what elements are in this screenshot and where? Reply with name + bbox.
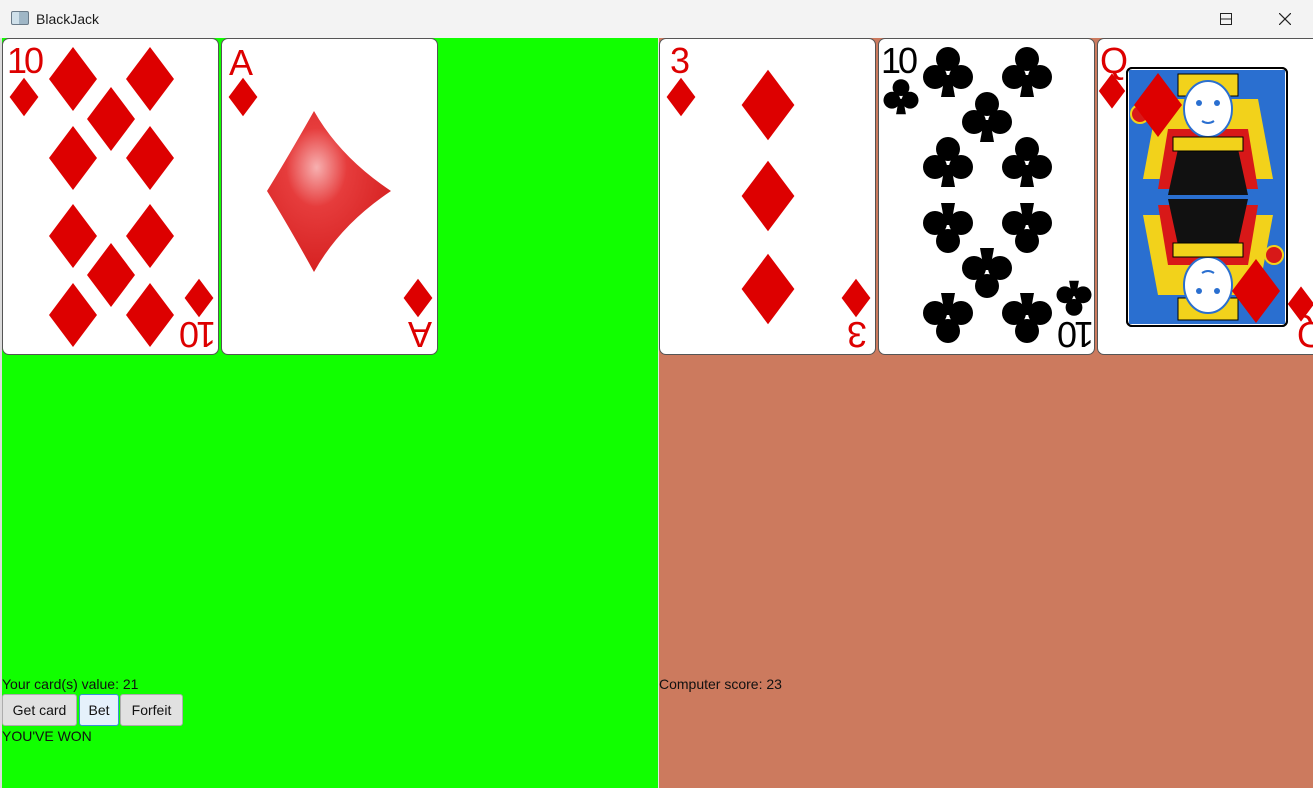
svg-text:10: 10 <box>7 40 43 81</box>
svg-text:10: 10 <box>881 40 917 81</box>
svg-text:A: A <box>229 42 253 83</box>
player-card-2: A A <box>221 38 438 355</box>
svg-text:3: 3 <box>670 40 690 81</box>
svg-text:10: 10 <box>180 314 216 355</box>
close-icon <box>1279 13 1291 25</box>
app-icon <box>11 11 29 25</box>
computer-card-2: 10 10 <box>878 38 1095 355</box>
player-card-1: 10 10 <box>2 38 219 355</box>
svg-text:Q: Q <box>1100 40 1128 81</box>
forfeit-button[interactable]: Forfeit <box>120 694 183 726</box>
svg-text:3: 3 <box>847 314 867 355</box>
window-title: BlackJack <box>36 11 100 27</box>
maximize-button[interactable] <box>1203 0 1249 38</box>
title-bar: BlackJack <box>0 0 1313 38</box>
computer-card-1: 3 3 <box>659 38 876 355</box>
computer-card-3: Q <box>1097 38 1313 355</box>
svg-text:10: 10 <box>1058 314 1094 355</box>
get-card-button[interactable]: Get card <box>2 694 77 726</box>
svg-text:Q: Q <box>1297 314 1313 355</box>
game-result-label: YOU'VE WON <box>2 728 92 744</box>
maximize-icon <box>1220 13 1232 25</box>
computer-score-label: Computer score: 23 <box>659 676 782 692</box>
svg-text:A: A <box>408 314 432 355</box>
bet-button[interactable]: Bet <box>79 694 119 726</box>
player-value-label: Your card(s) value: 21 <box>2 676 139 692</box>
close-button[interactable] <box>1262 0 1308 38</box>
